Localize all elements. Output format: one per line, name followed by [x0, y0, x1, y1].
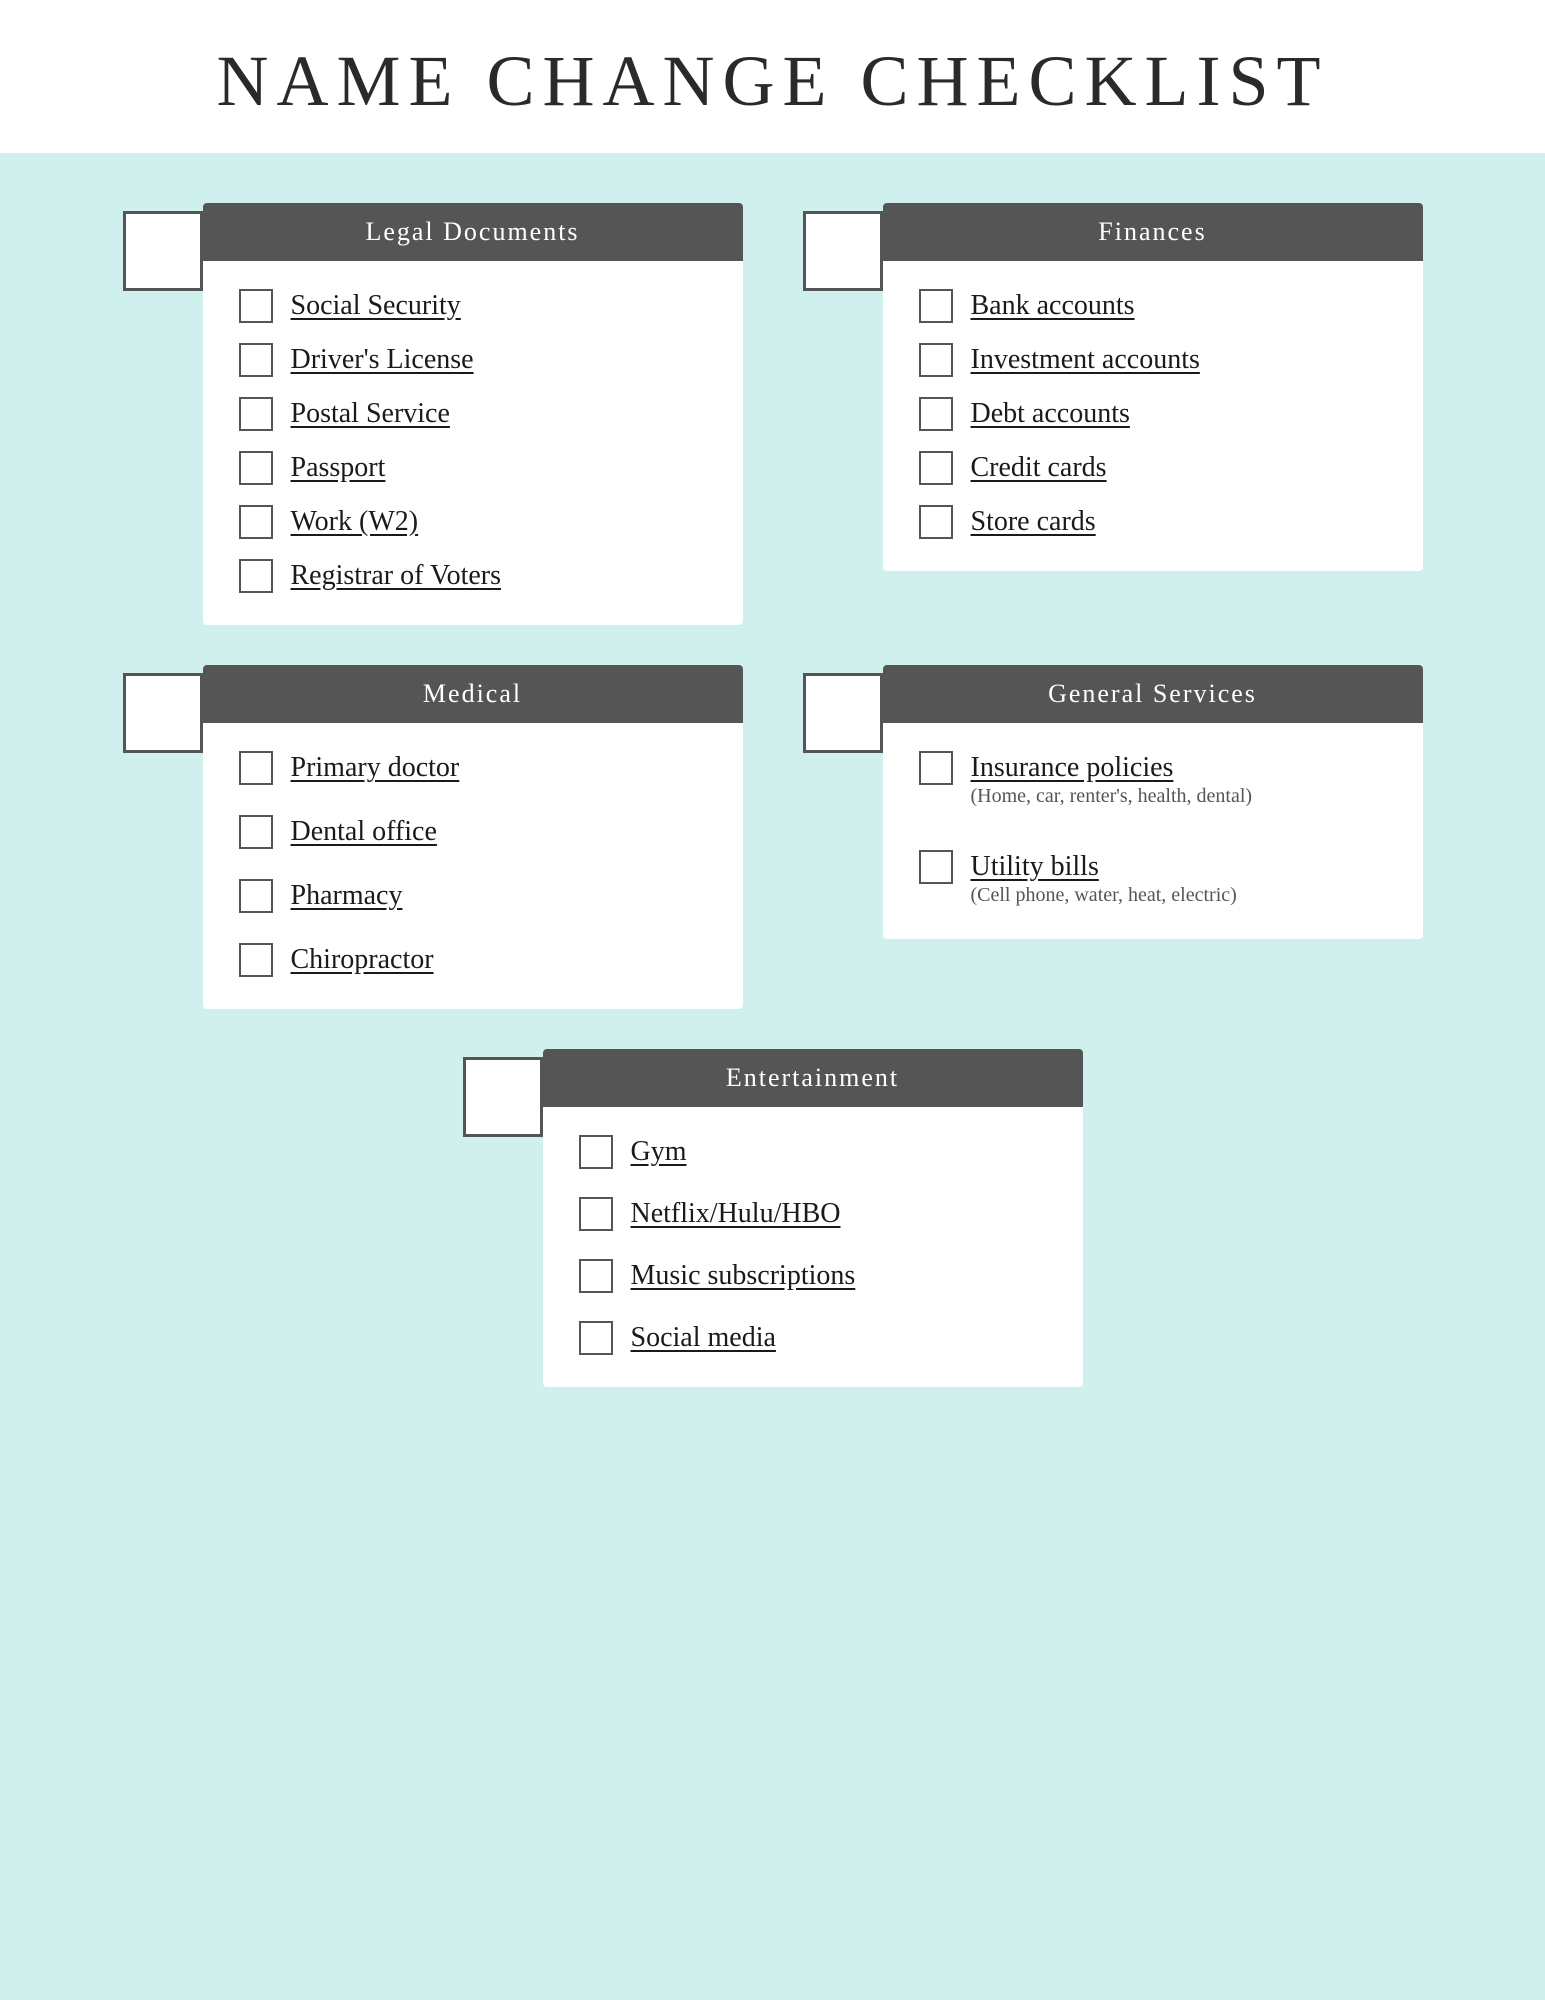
list-item: Postal Service	[239, 397, 707, 431]
item-label-work-w2: Work (W2)	[291, 506, 419, 538]
item-label-netflix: Netflix/Hulu/HBO	[631, 1198, 841, 1230]
page-title: NAME CHANGE CHECKLIST	[0, 40, 1545, 123]
item-checkbox-primary-doctor[interactable]	[239, 751, 273, 785]
list-item: Pharmacy	[239, 879, 707, 913]
item-checkbox-music-subscriptions[interactable]	[579, 1259, 613, 1293]
list-item: Registrar of Voters	[239, 559, 707, 593]
item-checkbox-chiropractor[interactable]	[239, 943, 273, 977]
legal-section-wrapper: Legal Documents Social Security Driver's…	[123, 203, 743, 625]
item-label-investment-accounts: Investment accounts	[971, 344, 1200, 376]
item-checkbox-netflix[interactable]	[579, 1197, 613, 1231]
general-section-header: General Services	[883, 665, 1423, 723]
finances-section-header: Finances	[883, 203, 1423, 261]
entertainment-section-body: Gym Netflix/Hulu/HBO Music subscriptions…	[543, 1107, 1083, 1387]
item-label-social-media: Social media	[631, 1322, 776, 1354]
general-section-checkbox[interactable]	[803, 673, 883, 753]
list-item: Gym	[579, 1135, 1047, 1169]
item-label-dental-office: Dental office	[291, 816, 437, 848]
list-item: Debt accounts	[919, 397, 1387, 431]
item-label-credit-cards: Credit cards	[971, 452, 1107, 484]
list-item: Chiropractor	[239, 943, 707, 977]
medical-section-checkbox[interactable]	[123, 673, 203, 753]
item-checkbox-social-security[interactable]	[239, 289, 273, 323]
row-3: Entertainment Gym Netflix/Hulu/HBO Music…	[123, 1049, 1423, 1387]
entertainment-section-checkbox[interactable]	[463, 1057, 543, 1137]
item-label-music-subscriptions: Music subscriptions	[631, 1260, 856, 1292]
item-label-store-cards: Store cards	[971, 506, 1096, 538]
finances-section-wrapper: Finances Bank accounts Investment accoun…	[803, 203, 1423, 625]
list-item: Passport	[239, 451, 707, 485]
list-item: Store cards	[919, 505, 1387, 539]
general-section-body: Insurance policies (Home, car, renter's,…	[883, 723, 1423, 939]
item-checkbox-credit-cards[interactable]	[919, 451, 953, 485]
legal-section-checkbox[interactable]	[123, 211, 203, 291]
item-checkbox-pharmacy[interactable]	[239, 879, 273, 913]
item-checkbox-registrar[interactable]	[239, 559, 273, 593]
item-label-utility-bills: Utility bills	[971, 851, 1099, 883]
item-label-debt-accounts: Debt accounts	[971, 398, 1130, 430]
list-item: Dental office	[239, 815, 707, 849]
finances-section-body: Bank accounts Investment accounts Debt a…	[883, 261, 1423, 571]
medical-section-card: Medical Primary doctor Dental office Pha…	[203, 665, 743, 1009]
row-1: Legal Documents Social Security Driver's…	[123, 203, 1423, 625]
list-item: Driver's License	[239, 343, 707, 377]
item-label-social-security: Social Security	[291, 290, 461, 322]
entertainment-section-wrapper: Entertainment Gym Netflix/Hulu/HBO Music…	[463, 1049, 1083, 1387]
entertainment-section-card: Entertainment Gym Netflix/Hulu/HBO Music…	[543, 1049, 1083, 1387]
item-label-postal-service: Postal Service	[291, 398, 450, 430]
utility-sublabel: (Cell phone, water, heat, electric)	[971, 884, 1387, 907]
item-checkbox-bank-accounts[interactable]	[919, 289, 953, 323]
list-item: Social Security	[239, 289, 707, 323]
legal-section-card: Legal Documents Social Security Driver's…	[203, 203, 743, 625]
item-checkbox-utility-bills[interactable]	[919, 850, 953, 884]
header-bar: NAME CHANGE CHECKLIST	[0, 0, 1545, 153]
list-item: Primary doctor	[239, 751, 707, 785]
item-checkbox-store-cards[interactable]	[919, 505, 953, 539]
item-label-chiropractor: Chiropractor	[291, 944, 434, 976]
list-item: Insurance policies	[919, 751, 1387, 785]
finances-section-card: Finances Bank accounts Investment accoun…	[883, 203, 1423, 571]
list-item: Work (W2)	[239, 505, 707, 539]
item-checkbox-passport[interactable]	[239, 451, 273, 485]
item-checkbox-investment-accounts[interactable]	[919, 343, 953, 377]
list-item: Bank accounts	[919, 289, 1387, 323]
item-label-pharmacy: Pharmacy	[291, 880, 403, 912]
item-label-insurance-policies: Insurance policies	[971, 752, 1174, 784]
entertainment-section-header: Entertainment	[543, 1049, 1083, 1107]
item-label-gym: Gym	[631, 1136, 687, 1168]
item-label-registrar: Registrar of Voters	[291, 560, 502, 592]
list-item: Music subscriptions	[579, 1259, 1047, 1293]
medical-section-body: Primary doctor Dental office Pharmacy Ch…	[203, 723, 743, 1009]
legal-section-header: Legal Documents	[203, 203, 743, 261]
insurance-sublabel: (Home, car, renter's, health, dental)	[971, 785, 1387, 808]
item-checkbox-dental-office[interactable]	[239, 815, 273, 849]
general-section-wrapper: General Services Insurance policies (Hom…	[803, 665, 1423, 1009]
legal-section-body: Social Security Driver's License Postal …	[203, 261, 743, 625]
list-item: Utility bills	[919, 850, 1387, 884]
list-item: Credit cards	[919, 451, 1387, 485]
item-checkbox-debt-accounts[interactable]	[919, 397, 953, 431]
item-checkbox-drivers-license[interactable]	[239, 343, 273, 377]
medical-section-wrapper: Medical Primary doctor Dental office Pha…	[123, 665, 743, 1009]
medical-section-header: Medical	[203, 665, 743, 723]
item-label-passport: Passport	[291, 452, 386, 484]
item-label-drivers-license: Driver's License	[291, 344, 474, 376]
list-item: Netflix/Hulu/HBO	[579, 1197, 1047, 1231]
item-checkbox-work-w2[interactable]	[239, 505, 273, 539]
item-checkbox-insurance-policies[interactable]	[919, 751, 953, 785]
item-checkbox-social-media[interactable]	[579, 1321, 613, 1355]
general-section-card: General Services Insurance policies (Hom…	[883, 665, 1423, 939]
item-label-bank-accounts: Bank accounts	[971, 290, 1135, 322]
row-2: Medical Primary doctor Dental office Pha…	[123, 665, 1423, 1009]
list-item: Social media	[579, 1321, 1047, 1355]
item-checkbox-postal-service[interactable]	[239, 397, 273, 431]
finances-section-checkbox[interactable]	[803, 211, 883, 291]
main-content: Legal Documents Social Security Driver's…	[123, 203, 1423, 1447]
item-checkbox-gym[interactable]	[579, 1135, 613, 1169]
item-label-primary-doctor: Primary doctor	[291, 752, 460, 784]
list-item: Investment accounts	[919, 343, 1387, 377]
